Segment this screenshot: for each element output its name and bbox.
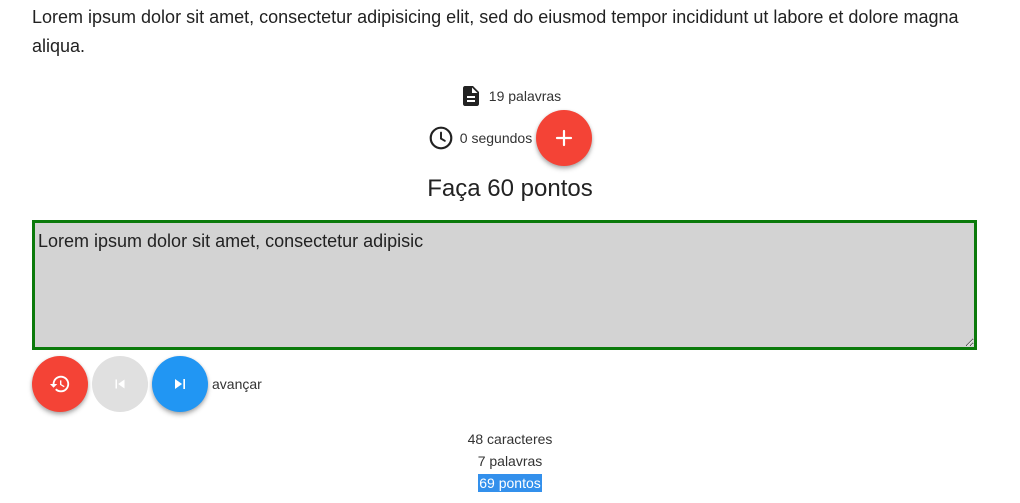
word-count-label: 19 palavras [488, 88, 562, 104]
goal-title: Faça 60 pontos [427, 175, 593, 202]
plus-icon [554, 128, 574, 148]
time-stat: 0 segundos [0, 110, 1020, 166]
add-button[interactable] [536, 110, 593, 166]
restart-button[interactable] [32, 356, 88, 412]
word-count-stat: 19 palavras [0, 82, 1020, 110]
typing-input[interactable]: Lorem ipsum dolor sit amet, consectetur … [32, 220, 977, 350]
skip-previous-icon [111, 375, 129, 393]
time-label: 0 segundos [459, 130, 533, 146]
document-icon [459, 83, 483, 109]
points-score: 69 pontos [478, 474, 542, 492]
prompt-text: Lorem ipsum dolor sit amet, consectetur … [32, 7, 959, 56]
clock-icon [428, 125, 454, 151]
results-panel: 48 caracteres 7 palavras 69 pontos [0, 428, 1020, 494]
previous-button[interactable] [92, 356, 148, 412]
history-icon [49, 373, 71, 395]
page: Lorem ipsum dolor sit amet, consectetur … [0, 0, 1020, 503]
typed-word-count: 7 palavras [477, 453, 543, 469]
skip-next-icon [170, 374, 190, 394]
next-button[interactable] [152, 356, 208, 412]
controls-bar: avançar [32, 356, 262, 412]
character-count: 48 caracteres [467, 431, 553, 447]
advance-label: avançar [212, 376, 262, 392]
